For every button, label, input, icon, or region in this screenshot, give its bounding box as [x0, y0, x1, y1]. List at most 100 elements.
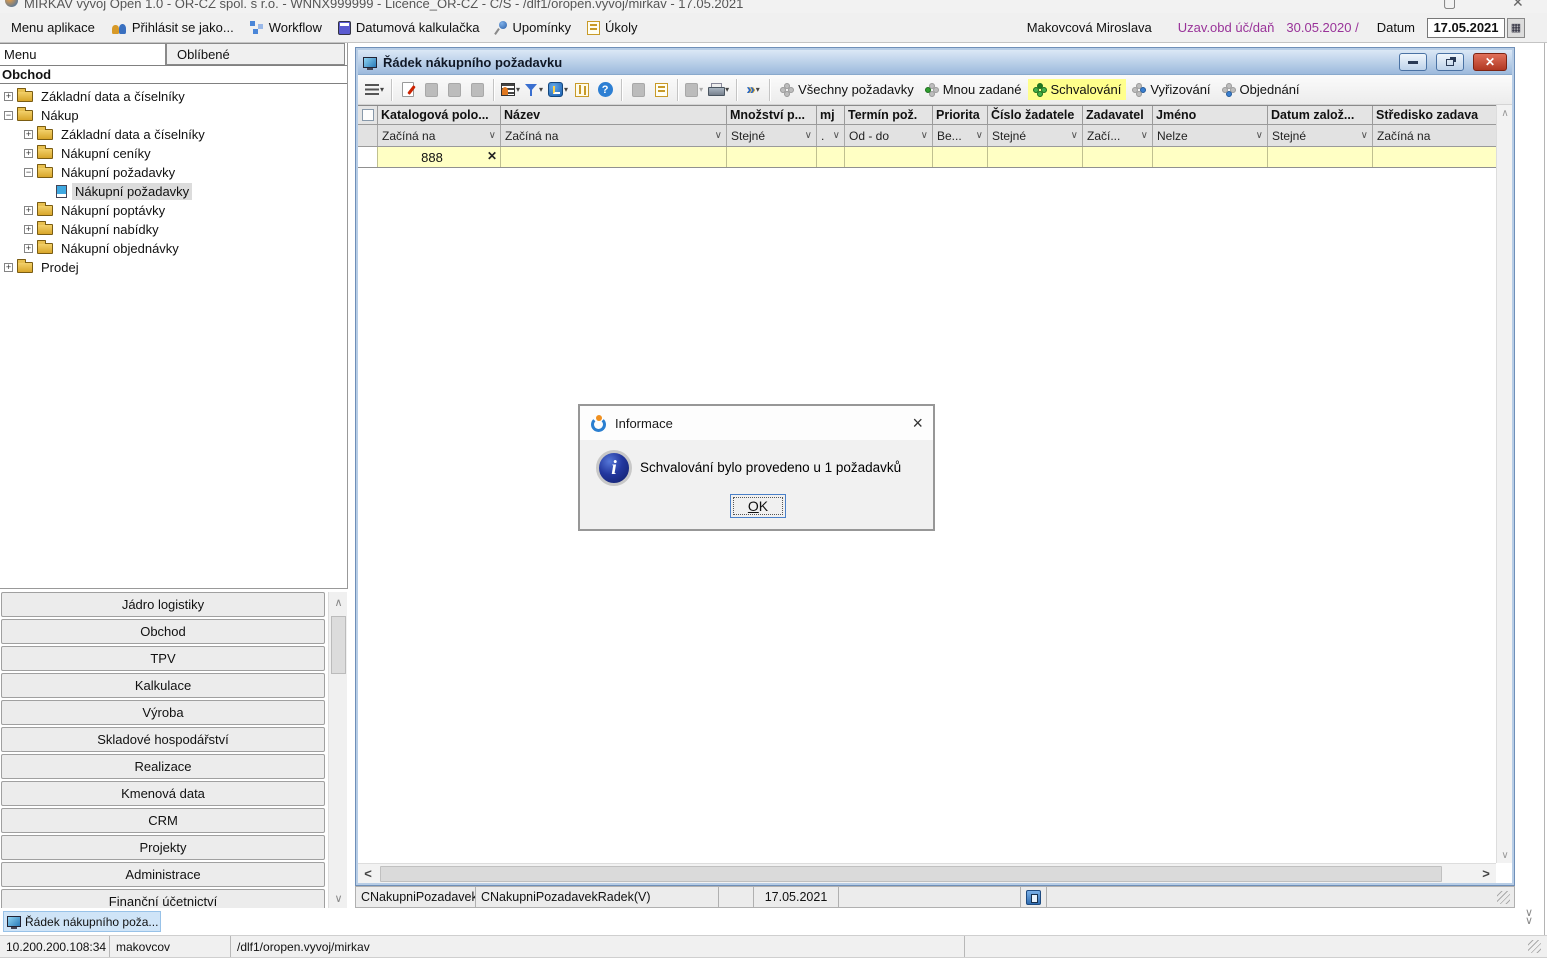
column-header-stredisko[interactable]: Středisko zadava — [1373, 106, 1496, 124]
row-cell-cislo-zadatele[interactable] — [988, 147, 1083, 167]
select-all-cell[interactable] — [358, 106, 378, 124]
module-button-vyroba[interactable]: Výroba — [1, 700, 325, 725]
filter-dropdown-termin[interactable]: Od - do∨ — [845, 125, 933, 146]
menu-item-upominky[interactable]: Upomínky — [488, 17, 578, 38]
scroll-up-icon[interactable]: ∧ — [329, 594, 348, 610]
scroll-left-icon[interactable]: < — [358, 864, 378, 884]
checkbox-icon[interactable] — [362, 109, 374, 121]
dialog-titlebar[interactable]: Informace × — [580, 406, 933, 440]
row-cell-nazev[interactable] — [501, 147, 727, 167]
parameters-button[interactable] — [571, 78, 593, 102]
row-cell-stredisko[interactable] — [1373, 147, 1496, 167]
row-cell-priorita[interactable] — [933, 147, 988, 167]
table-row[interactable]: 888✕ — [358, 147, 1496, 168]
actions-button[interactable]: »▾ — [742, 78, 764, 102]
filter-dropdown-cislo-zadatele[interactable]: Stejné∨ — [988, 125, 1083, 146]
module-button-projekty[interactable]: Projekty — [1, 835, 325, 860]
scroll-down-icon[interactable]: ∨ — [329, 890, 348, 906]
menu-item-menu-aplikace[interactable]: Menu aplikace — [4, 17, 102, 38]
tasks-list-button[interactable] — [650, 78, 672, 102]
expand-plus-icon[interactable]: + — [24, 130, 33, 139]
new-record-button[interactable] — [397, 78, 419, 102]
dialog-close-icon[interactable]: × — [912, 415, 923, 431]
filter-dropdown-mnozstvi[interactable]: Stejné∨ — [727, 125, 817, 146]
tree-item-nakupni-poptavky[interactable]: +Nákupní poptávky — [0, 201, 347, 220]
scrollbar-thumb[interactable] — [380, 866, 1442, 882]
tree-item-prodej[interactable]: +Prodej — [0, 258, 347, 277]
window-titlebar[interactable]: Řádek nákupního požadavku ✕ — [358, 50, 1512, 75]
module-button-administrace[interactable]: Administrace — [1, 862, 325, 887]
scrollbar-thumb[interactable] — [331, 616, 346, 674]
row-cell-datum[interactable] — [1268, 147, 1373, 167]
expand-plus-icon[interactable]: + — [4, 92, 13, 101]
scroll-right-icon[interactable]: > — [1476, 864, 1496, 884]
expand-plus-icon[interactable]: + — [24, 225, 33, 234]
tree-item-zakladni-data[interactable]: +Základní data a číselníky — [0, 87, 347, 106]
column-header-katalogova-polozka[interactable]: Katalogová polo... — [378, 106, 501, 124]
column-header-mj[interactable]: mj — [817, 106, 845, 124]
module-scrollbar[interactable]: ∧ ∨ — [328, 592, 347, 908]
tree-item-zakladni-data-2[interactable]: +Základní data a číselníky — [0, 125, 347, 144]
table-settings-button[interactable]: ▾ — [499, 78, 522, 102]
resize-grip-icon[interactable] — [1497, 891, 1510, 904]
scroll-up-icon[interactable]: ∧ — [1497, 105, 1513, 121]
tab-oblibene[interactable]: Oblíbené — [166, 43, 345, 65]
filter-button[interactable]: ▾ — [523, 78, 545, 102]
scroll-down-icon[interactable]: ∨ — [1497, 847, 1513, 863]
tree-item-nakup[interactable]: −Nákup — [0, 106, 347, 125]
column-header-priorita[interactable]: Priorita — [933, 106, 988, 124]
quick-filter-vsechny-pozadavky[interactable]: Všechny požadavky — [775, 79, 919, 100]
menu-item-ukoly[interactable]: Úkoly — [580, 17, 645, 38]
column-header-datum-zalozeni[interactable]: Datum založ... — [1268, 106, 1373, 124]
tree-item-nakupni-ceniky[interactable]: +Nákupní ceníky — [0, 144, 347, 163]
expand-plus-icon[interactable]: + — [24, 244, 33, 253]
module-button-crm[interactable]: CRM — [1, 808, 325, 833]
quick-filter-mnou-zadane[interactable]: Mnou zadané — [920, 79, 1027, 100]
refresh-button[interactable]: ▾ — [546, 78, 570, 102]
filter-dropdown-zadavatel[interactable]: Začí...∨ — [1083, 125, 1153, 146]
quick-filter-objednani[interactable]: Objednání — [1217, 79, 1305, 100]
row-cell-jmeno[interactable] — [1153, 147, 1268, 167]
close-button[interactable]: ✕ — [1473, 53, 1507, 71]
view-menu-button[interactable]: ▾ — [363, 78, 386, 102]
filter-dropdown-katalogova[interactable]: Začíná na∨ — [378, 125, 501, 146]
filter-dropdown-stredisko[interactable]: Začíná na — [1373, 125, 1496, 146]
module-button-skladove-hospodarstvi[interactable]: Skladové hospodářství — [1, 727, 325, 752]
row-cell-mnozstvi[interactable] — [727, 147, 817, 167]
tree-item-nakupni-pozadavky-folder[interactable]: −Nákupní požadavky — [0, 163, 347, 182]
module-button-kalkulace[interactable]: Kalkulace — [1, 673, 325, 698]
minimize-button[interactable] — [1399, 53, 1427, 71]
module-button-tpv[interactable]: TPV — [1, 646, 325, 671]
row-cell-zadavatel[interactable] — [1083, 147, 1153, 167]
status-lock-cell[interactable] — [1021, 887, 1047, 907]
filter-dropdown-datum[interactable]: Stejné∨ — [1268, 125, 1373, 146]
more-windows-chevron-icon[interactable]: ∨∨ — [1521, 909, 1537, 925]
date-input[interactable]: 17.05.2021 — [1427, 18, 1505, 38]
column-header-mnozstvi[interactable]: Množství p... — [727, 106, 817, 124]
clear-filter-icon[interactable]: ✕ — [487, 149, 497, 163]
filter-dropdown-mj[interactable]: .∨ — [817, 125, 845, 146]
close-icon[interactable]: ✕ — [1512, 0, 1524, 11]
quick-filter-schvalovani[interactable]: Schvalování — [1028, 79, 1127, 100]
help-button[interactable]: ? — [594, 78, 616, 102]
column-header-termin[interactable]: Termín pož. — [845, 106, 933, 124]
restore-button[interactable] — [1436, 53, 1464, 71]
module-button-financni-ucetnictvi[interactable]: Finanční účetnictví — [1, 889, 325, 908]
column-header-cislo-zadatele[interactable]: Číslo žadatele — [988, 106, 1083, 124]
tab-menu[interactable]: Menu — [0, 43, 166, 65]
column-header-jmeno[interactable]: Jméno — [1153, 106, 1268, 124]
module-button-kmenova-data[interactable]: Kmenová data — [1, 781, 325, 806]
filter-dropdown-jmeno[interactable]: Nelze∨ — [1153, 125, 1268, 146]
row-cell-termin[interactable] — [845, 147, 933, 167]
column-header-zadavatel[interactable]: Zadavatel — [1083, 106, 1153, 124]
menu-item-workflow[interactable]: Workflow — [243, 17, 329, 38]
filter-dropdown-priorita[interactable]: Be...∨ — [933, 125, 988, 146]
module-button-jadro-logistiky[interactable]: Jádro logistiky — [1, 592, 325, 617]
module-button-obchod[interactable]: Obchod — [1, 619, 325, 644]
expand-plus-icon[interactable]: + — [24, 206, 33, 215]
maximize-icon[interactable]: ▢ — [1443, 0, 1456, 11]
vertical-scrollbar[interactable]: ∧ ∨ — [1496, 105, 1512, 863]
row-cell-mj[interactable] — [817, 147, 845, 167]
taskbar-item-radek-nakupniho-pozadavku[interactable]: Řádek nákupního poža... — [3, 911, 161, 932]
module-button-realizace[interactable]: Realizace — [1, 754, 325, 779]
